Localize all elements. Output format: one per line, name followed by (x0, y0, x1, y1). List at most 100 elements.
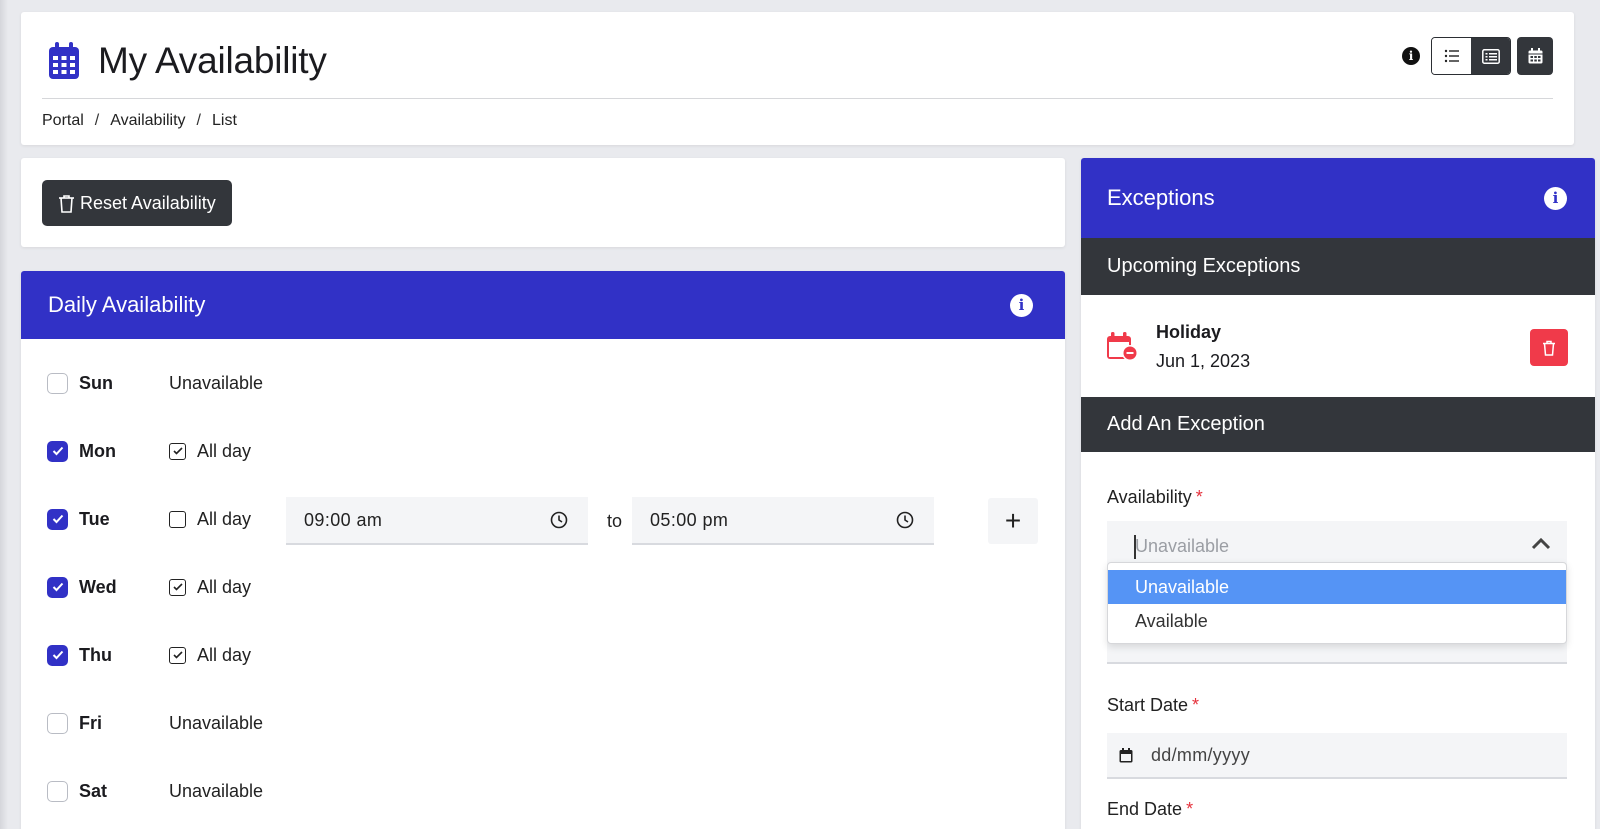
exceptions-header: Exceptions i (1081, 158, 1595, 238)
all-day-toggle-tue[interactable]: All day (169, 509, 251, 530)
checked-square-icon (169, 646, 186, 664)
page-header: My Availability i Portal / Availability … (21, 12, 1574, 145)
option-available[interactable]: Available (1108, 604, 1566, 638)
start-time-input[interactable]: 09:00 am (286, 497, 588, 545)
list-view-icon (1444, 49, 1459, 63)
day-status: Unavailable (169, 780, 264, 801)
trash-icon (59, 194, 74, 213)
checked-square-icon (169, 578, 186, 596)
start-date-input[interactable]: dd/mm/yyyy (1107, 733, 1567, 779)
day-label: Sat (79, 780, 108, 801)
required-mark: * (1186, 799, 1194, 819)
info-icon[interactable]: i (1544, 186, 1567, 210)
day-label: Fri (79, 712, 103, 733)
end-date-label-text: End Date (1107, 799, 1183, 819)
view-toggle-group (1431, 37, 1511, 75)
check-icon (52, 514, 63, 524)
breadcrumb-list: List (212, 112, 237, 129)
day-label: Mon (79, 440, 116, 461)
calendar-view-button[interactable] (1517, 37, 1553, 75)
required-mark: * (1192, 695, 1200, 715)
day-checkbox-mon[interactable] (47, 440, 68, 462)
day-checkbox-fri[interactable] (47, 712, 68, 734)
all-day-toggle-thu[interactable]: All day (169, 645, 251, 666)
reset-card: Reset Availability (21, 158, 1065, 247)
upcoming-exceptions-header: Upcoming Exceptions (1081, 238, 1595, 295)
calendar-minus-icon (1107, 332, 1138, 361)
page-edge (0, 0, 8, 829)
day-row-sat: Sat Unavailable (47, 771, 263, 811)
day-row-mon: Mon All day (47, 431, 251, 471)
day-checkbox-sat[interactable] (47, 780, 68, 802)
check-icon (52, 446, 63, 456)
start-time-value: 09:00 am (304, 509, 383, 530)
day-label: Tue (79, 508, 110, 529)
all-day-label: All day (197, 576, 252, 597)
info-icon[interactable]: i (1402, 47, 1420, 65)
day-label: Thu (79, 644, 112, 665)
detail-view-button[interactable] (1471, 38, 1510, 74)
exceptions-title: Exceptions (1107, 185, 1215, 210)
trash-icon (1543, 340, 1555, 356)
list-view-button[interactable] (1432, 38, 1471, 74)
availability-label: Availability * (1107, 487, 1203, 508)
empty-square-icon (169, 510, 186, 528)
page-title: My Availability (98, 40, 327, 81)
exceptions-card: Exceptions i Upcoming Exceptions Holiday… (1081, 158, 1595, 829)
day-row-fri: Fri Unavailable (47, 703, 263, 743)
day-checkbox-wed[interactable] (47, 576, 68, 598)
day-label: Sun (79, 372, 113, 393)
day-checkbox-thu[interactable] (47, 644, 68, 666)
daily-availability-title: Daily Availability (48, 292, 206, 317)
all-day-label: All day (197, 644, 252, 665)
detail-view-icon (1481, 48, 1500, 64)
clock-icon (896, 511, 914, 529)
day-status: Unavailable (169, 712, 264, 733)
check-icon (52, 582, 63, 592)
exception-date: Jun 1, 2023 (1156, 351, 1251, 371)
reset-label: Reset Availability (80, 192, 216, 213)
clock-icon (550, 511, 568, 529)
availability-label-text: Availability (1107, 487, 1192, 507)
header-divider (42, 98, 1553, 99)
delete-exception-button[interactable] (1530, 329, 1568, 366)
daily-availability-header: Daily Availability i (21, 271, 1065, 339)
day-row-thu: Thu All day (47, 635, 251, 675)
start-date-label-text: Start Date (1107, 695, 1189, 715)
exception-name: Holiday (1156, 322, 1222, 342)
check-icon (52, 650, 63, 660)
option-unavailable[interactable]: Unavailable (1108, 570, 1566, 604)
availability-dropdown: Unavailable Available (1107, 562, 1567, 644)
all-day-label: All day (197, 508, 252, 529)
all-day-toggle-wed[interactable]: All day (169, 577, 251, 598)
breadcrumb-separator: / (196, 112, 201, 129)
title-row: My Availability (48, 35, 327, 87)
breadcrumb-availability[interactable]: Availability (110, 112, 185, 130)
calendar-icon (1119, 747, 1133, 762)
required-mark: * (1195, 487, 1203, 507)
calendar-icon (49, 42, 79, 79)
end-time-input[interactable]: 05:00 pm (632, 497, 934, 545)
add-time-slot-button[interactable]: + (988, 498, 1038, 544)
day-label: Wed (79, 576, 117, 597)
breadcrumb-portal[interactable]: Portal (42, 112, 84, 130)
reset-availability-button[interactable]: Reset Availability (42, 180, 232, 226)
day-row-wed: Wed All day (47, 567, 251, 607)
breadcrumb: Portal / Availability / List (42, 112, 237, 130)
day-checkbox-sun[interactable] (47, 372, 68, 394)
day-checkbox-tue[interactable] (47, 508, 68, 530)
calendar-view-icon (1528, 48, 1542, 64)
chevron-up-icon (1531, 537, 1551, 550)
header-tools: i (1402, 37, 1553, 75)
info-icon[interactable]: i (1010, 293, 1033, 317)
all-day-label: All day (197, 440, 252, 461)
day-row-tue: Tue All day (47, 499, 251, 539)
daily-availability-card: Daily Availability i Sun Unavailable Mon… (21, 271, 1065, 829)
day-status: Unavailable (169, 372, 264, 393)
exception-item: Holiday Jun 1, 2023 (1081, 295, 1595, 397)
end-date-label: End Date * (1107, 799, 1193, 820)
all-day-toggle-mon[interactable]: All day (169, 441, 251, 462)
breadcrumb-separator: / (94, 112, 100, 129)
date-placeholder: dd/mm/yyyy (1151, 744, 1251, 765)
availability-placeholder: Unavailable (1135, 536, 1230, 556)
